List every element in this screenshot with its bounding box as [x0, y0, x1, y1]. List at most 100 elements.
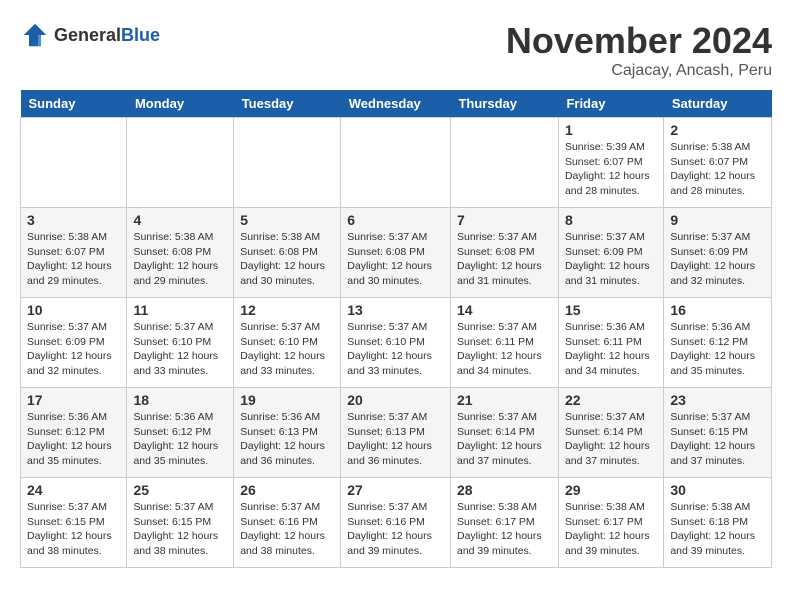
logo-blue: Blue	[121, 25, 160, 45]
day-number: 19	[240, 392, 334, 408]
day-number: 21	[457, 392, 552, 408]
day-number: 9	[670, 212, 765, 228]
calendar-cell: 13 Sunrise: 5:37 AM Sunset: 6:10 PM Dayli…	[341, 298, 451, 388]
day-info: Sunrise: 5:36 AM Sunset: 6:13 PM Dayligh…	[240, 410, 334, 469]
day-info: Sunrise: 5:37 AM Sunset: 6:09 PM Dayligh…	[27, 320, 120, 379]
day-number: 22	[565, 392, 657, 408]
calendar-cell: 3 Sunrise: 5:38 AM Sunset: 6:07 PM Daylig…	[21, 208, 127, 298]
day-number: 23	[670, 392, 765, 408]
day-number: 25	[133, 482, 227, 498]
location-title: Cajacay, Ancash, Peru	[506, 62, 772, 80]
calendar-cell: 10 Sunrise: 5:37 AM Sunset: 6:09 PM Dayli…	[21, 298, 127, 388]
calendar-cell: 14Sunrise: 5:37 AM Sunset: 6:11 PM Dayli…	[450, 298, 558, 388]
day-number: 28	[457, 482, 552, 498]
day-info: Sunrise: 5:37 AM Sunset: 6:16 PM Dayligh…	[240, 500, 334, 559]
calendar-cell: 12 Sunrise: 5:37 AM Sunset: 6:10 PM Dayli…	[234, 298, 341, 388]
month-title: November 2024	[506, 20, 772, 62]
day-number: 4	[133, 212, 227, 228]
logo-general: General	[54, 25, 121, 45]
week-row-2: 3 Sunrise: 5:38 AM Sunset: 6:07 PM Daylig…	[21, 208, 772, 298]
calendar-cell: 5 Sunrise: 5:38 AM Sunset: 6:08 PM Daylig…	[234, 208, 341, 298]
calendar-cell: 15 Sunrise: 5:36 AM Sunset: 6:11 PM Dayli…	[558, 298, 663, 388]
day-info: Sunrise: 5:37 AM Sunset: 6:16 PM Dayligh…	[347, 500, 444, 559]
weekday-header-sunday: Sunday	[21, 90, 127, 118]
calendar-cell: 1Sunrise: 5:39 AM Sunset: 6:07 PM Daylig…	[558, 118, 663, 208]
day-info: Sunrise: 5:36 AM Sunset: 6:12 PM Dayligh…	[670, 320, 765, 379]
day-info: Sunrise: 5:38 AM Sunset: 6:17 PM Dayligh…	[457, 500, 552, 559]
day-info: Sunrise: 5:38 AM Sunset: 6:08 PM Dayligh…	[240, 230, 334, 289]
calendar-cell: 26 Sunrise: 5:37 AM Sunset: 6:16 PM Dayli…	[234, 478, 341, 568]
day-number: 30	[670, 482, 765, 498]
day-number: 10	[27, 302, 120, 318]
day-info: Sunrise: 5:37 AM Sunset: 6:15 PM Dayligh…	[133, 500, 227, 559]
day-info: Sunrise: 5:37 AM Sunset: 6:10 PM Dayligh…	[347, 320, 444, 379]
weekday-header-wednesday: Wednesday	[341, 90, 451, 118]
logo-icon	[20, 20, 50, 50]
day-info: Sunrise: 5:39 AM Sunset: 6:07 PM Dayligh…	[565, 140, 657, 199]
day-info: Sunrise: 5:37 AM Sunset: 6:10 PM Dayligh…	[240, 320, 334, 379]
day-number: 18	[133, 392, 227, 408]
day-number: 3	[27, 212, 120, 228]
day-info: Sunrise: 5:38 AM Sunset: 6:07 PM Dayligh…	[670, 140, 765, 199]
day-number: 7	[457, 212, 552, 228]
weekday-header-row: SundayMondayTuesdayWednesdayThursdayFrid…	[21, 90, 772, 118]
day-number: 16	[670, 302, 765, 318]
week-row-3: 10 Sunrise: 5:37 AM Sunset: 6:09 PM Dayli…	[21, 298, 772, 388]
day-number: 17	[27, 392, 120, 408]
calendar-cell: 27 Sunrise: 5:37 AM Sunset: 6:16 PM Dayli…	[341, 478, 451, 568]
calendar-cell: 30 Sunrise: 5:38 AM Sunset: 6:18 PM Dayli…	[664, 478, 772, 568]
day-number: 13	[347, 302, 444, 318]
calendar-cell	[341, 118, 451, 208]
day-number: 2	[670, 122, 765, 138]
calendar-cell: 8Sunrise: 5:37 AM Sunset: 6:09 PM Daylig…	[558, 208, 663, 298]
calendar-cell: 29 Sunrise: 5:38 AM Sunset: 6:17 PM Dayli…	[558, 478, 663, 568]
day-number: 27	[347, 482, 444, 498]
day-number: 12	[240, 302, 334, 318]
day-info: Sunrise: 5:37 AM Sunset: 6:14 PM Dayligh…	[457, 410, 552, 469]
calendar-cell: 22 Sunrise: 5:37 AM Sunset: 6:14 PM Dayli…	[558, 388, 663, 478]
calendar-cell	[21, 118, 127, 208]
weekday-header-tuesday: Tuesday	[234, 90, 341, 118]
calendar-cell: 17 Sunrise: 5:36 AM Sunset: 6:12 PM Dayli…	[21, 388, 127, 478]
day-number: 24	[27, 482, 120, 498]
calendar-cell: 16 Sunrise: 5:36 AM Sunset: 6:12 PM Dayli…	[664, 298, 772, 388]
day-number: 8	[565, 212, 657, 228]
calendar-cell: 6Sunrise: 5:37 AM Sunset: 6:08 PM Daylig…	[341, 208, 451, 298]
calendar-cell: 7 Sunrise: 5:37 AM Sunset: 6:08 PM Daylig…	[450, 208, 558, 298]
day-info: Sunrise: 5:37 AM Sunset: 6:08 PM Dayligh…	[457, 230, 552, 289]
day-number: 6	[347, 212, 444, 228]
day-number: 26	[240, 482, 334, 498]
day-info: Sunrise: 5:38 AM Sunset: 6:08 PM Dayligh…	[133, 230, 227, 289]
calendar-cell: 28 Sunrise: 5:38 AM Sunset: 6:17 PM Dayli…	[450, 478, 558, 568]
calendar-cell: 9 Sunrise: 5:37 AM Sunset: 6:09 PM Daylig…	[664, 208, 772, 298]
weekday-header-monday: Monday	[127, 90, 234, 118]
calendar-cell: 18 Sunrise: 5:36 AM Sunset: 6:12 PM Dayli…	[127, 388, 234, 478]
header: GeneralBlue November 2024 Cajacay, Ancas…	[20, 20, 772, 80]
weekday-header-thursday: Thursday	[450, 90, 558, 118]
day-number: 15	[565, 302, 657, 318]
day-number: 29	[565, 482, 657, 498]
day-info: Sunrise: 5:37 AM Sunset: 6:09 PM Dayligh…	[670, 230, 765, 289]
calendar-cell	[127, 118, 234, 208]
week-row-1: 1Sunrise: 5:39 AM Sunset: 6:07 PM Daylig…	[21, 118, 772, 208]
calendar-cell: 24Sunrise: 5:37 AM Sunset: 6:15 PM Dayli…	[21, 478, 127, 568]
day-info: Sunrise: 5:37 AM Sunset: 6:14 PM Dayligh…	[565, 410, 657, 469]
day-info: Sunrise: 5:37 AM Sunset: 6:13 PM Dayligh…	[347, 410, 444, 469]
day-info: Sunrise: 5:38 AM Sunset: 6:17 PM Dayligh…	[565, 500, 657, 559]
day-info: Sunrise: 5:37 AM Sunset: 6:15 PM Dayligh…	[670, 410, 765, 469]
day-info: Sunrise: 5:38 AM Sunset: 6:18 PM Dayligh…	[670, 500, 765, 559]
day-info: Sunrise: 5:36 AM Sunset: 6:12 PM Dayligh…	[27, 410, 120, 469]
day-info: Sunrise: 5:36 AM Sunset: 6:11 PM Dayligh…	[565, 320, 657, 379]
day-info: Sunrise: 5:37 AM Sunset: 6:10 PM Dayligh…	[133, 320, 227, 379]
day-number: 20	[347, 392, 444, 408]
calendar-cell: 2 Sunrise: 5:38 AM Sunset: 6:07 PM Daylig…	[664, 118, 772, 208]
calendar-cell	[450, 118, 558, 208]
calendar-cell	[234, 118, 341, 208]
day-info: Sunrise: 5:36 AM Sunset: 6:12 PM Dayligh…	[133, 410, 227, 469]
calendar-cell: 19 Sunrise: 5:36 AM Sunset: 6:13 PM Dayli…	[234, 388, 341, 478]
calendar-cell: 4 Sunrise: 5:38 AM Sunset: 6:08 PM Daylig…	[127, 208, 234, 298]
calendar-cell: 11Sunrise: 5:37 AM Sunset: 6:10 PM Dayli…	[127, 298, 234, 388]
day-info: Sunrise: 5:37 AM Sunset: 6:11 PM Dayligh…	[457, 320, 552, 379]
day-number: 5	[240, 212, 334, 228]
day-info: Sunrise: 5:38 AM Sunset: 6:07 PM Dayligh…	[27, 230, 120, 289]
